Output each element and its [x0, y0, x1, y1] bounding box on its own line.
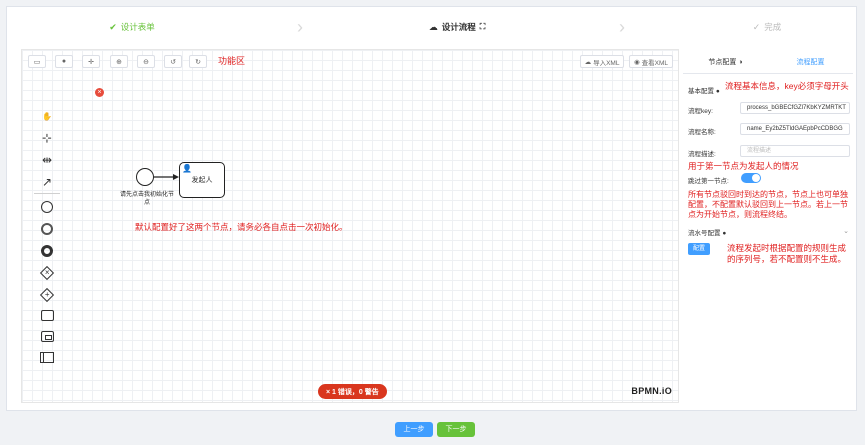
end-event-tool-icon[interactable] [38, 242, 56, 260]
download-icon: ● [61, 58, 67, 65]
step-design-form-label: 设计表单 [120, 22, 155, 32]
basic-config-heading: 基本配置 ● [688, 85, 720, 95]
download-button[interactable]: ● [55, 55, 73, 68]
check-icon: ✔ [109, 21, 117, 32]
initiator-task[interactable]: 👤 发起人 [179, 162, 225, 198]
toolbar-annotation: 功能区 [218, 56, 246, 66]
undo-button[interactable]: ↺ [164, 55, 182, 68]
palette-divider [34, 193, 60, 194]
folder-icon: ▭ [33, 58, 41, 66]
eye-icon: ◉ [633, 58, 640, 66]
skip-first-note: 用于第一节点为发起人的情况 [688, 161, 799, 171]
open-file-button[interactable]: ▭ [28, 55, 46, 68]
parallel-gateway-tool-icon[interactable]: + [38, 286, 56, 304]
process-key-label: 流程key: [688, 108, 713, 115]
info-icon: ● [722, 230, 727, 237]
serial-config-heading[interactable]: 流水号配置 ● [688, 227, 726, 237]
upload-icon: ☁ [584, 58, 592, 66]
lasso-tool-icon[interactable]: ⊹ [38, 129, 56, 147]
process-key-input[interactable]: process_bGBECfGZl7KbKYZMRTKT [740, 102, 850, 114]
tab-node-config[interactable]: 节点配置 ◑ [683, 53, 768, 73]
fit-view-button[interactable]: ✛ [82, 55, 100, 68]
designer-frame: ✔ 设计表单 › ☁ 设计流程 ⛶ › ✓ 完成 ▭ ● ✛ ⊕ ⊖ ↺ ↻ 功… [6, 6, 857, 411]
undo-icon: ↺ [170, 58, 176, 66]
step-design-form[interactable]: ✔ 设计表单 [57, 7, 207, 47]
tab-node-config-label: 节点配置 [708, 59, 737, 66]
basic-info-note: 流程基本信息，key必须字母开头 [725, 81, 849, 91]
chevron-right-icon: › [297, 17, 303, 37]
process-desc-input[interactable]: 流程描述 [740, 145, 850, 157]
start-event-label: 请先点击我初始化节点 [119, 192, 174, 206]
tab-divider [683, 73, 853, 74]
init-hint-note: 默认配置好了这两个节点，请务必各自点击一次初始化。 [135, 222, 348, 232]
tab-flow-config[interactable]: 流程配置 [768, 53, 853, 74]
properties-panel: 节点配置 ◑ 流程配置 基本配置 ● 流程基本信息，key必须字母开头 流程ke… [683, 49, 853, 403]
skip-first-label: 跳过第一节点: [688, 178, 729, 185]
redo-button[interactable]: ↻ [189, 55, 207, 68]
global-connect-tool-icon[interactable]: ↗ [38, 173, 56, 191]
basic-config-label: 基本配置 [688, 88, 714, 95]
start-event-tool-icon[interactable] [38, 198, 56, 216]
step-finish-label: 完成 [764, 22, 782, 32]
fullscreen-icon[interactable]: ⛶ [480, 22, 486, 32]
serial-note: 流程发起时根据配置的规则生成的序列号，若不配置则不生成。 [727, 243, 847, 264]
task-tool-icon[interactable] [38, 306, 56, 324]
space-tool-icon[interactable]: ⇹ [38, 151, 56, 169]
subprocess-tool-icon[interactable] [38, 327, 56, 345]
eye-icon: ◑ [738, 59, 743, 66]
import-xml-button[interactable]: ☁ 导入XML [580, 55, 624, 68]
previous-step-button[interactable]: 上一步 [395, 422, 433, 437]
import-xml-label: 导入XML [593, 59, 620, 67]
chevron-right-icon: › [619, 17, 625, 37]
view-xml-button[interactable]: ◉ 查看XML [629, 55, 673, 68]
process-name-label: 流程名称: [688, 129, 716, 136]
bpmn-io-logo[interactable]: BPMN.iO [631, 386, 672, 396]
intermediate-event-tool-icon[interactable] [38, 220, 56, 238]
start-event[interactable] [136, 168, 154, 186]
step-finish[interactable]: ✓ 完成 [707, 7, 827, 47]
process-desc-label: 流程描述: [688, 151, 716, 158]
redo-icon: ↻ [195, 58, 201, 66]
next-step-button[interactable]: 下一步 [437, 422, 475, 437]
bpmn-canvas[interactable]: ▭ ● ✛ ⊕ ⊖ ↺ ↻ 功能区 ☁ 导入XML ◉ 查看XML × ✋ ⊹ … [21, 49, 679, 403]
zoom-out-button[interactable]: ⊖ [137, 55, 155, 68]
step-design-flow-label: 设计流程 [441, 22, 476, 32]
cloud-icon: ☁ [428, 21, 438, 32]
check-circle-icon: ✓ [752, 21, 761, 32]
info-icon: ● [715, 88, 720, 95]
error-marker-icon[interactable]: × [95, 88, 104, 97]
reject-nodes-note: 所有节点驳回时到达的节点，节点上也可单独配置，不配置默认驳回到上一节点。若上一节… [688, 190, 848, 219]
hand-tool-icon[interactable]: ✋ [38, 107, 56, 125]
process-name-input[interactable]: name_Ey2bZ5TldGAEpbPcCDBGG [740, 123, 850, 135]
step-bar: ✔ 设计表单 › ☁ 设计流程 ⛶ › ✓ 完成 [7, 7, 856, 47]
step-design-flow[interactable]: ☁ 设计流程 ⛶ [337, 7, 577, 47]
skip-first-toggle[interactable] [741, 173, 761, 183]
initiator-task-label: 发起人 [191, 177, 213, 184]
zoom-in-button[interactable]: ⊕ [110, 55, 128, 68]
zoom-out-icon: ⊖ [143, 58, 149, 66]
exclusive-gateway-tool-icon[interactable]: × [38, 264, 56, 282]
serial-config-button[interactable]: 配置 [688, 243, 710, 255]
sequence-flow[interactable] [154, 172, 180, 182]
zoom-in-icon: ⊕ [116, 58, 122, 66]
view-xml-label: 查看XML [641, 59, 669, 67]
pool-tool-icon[interactable] [38, 348, 56, 366]
crosshair-icon: ✛ [88, 58, 94, 66]
chevron-down-icon[interactable]: ⌄ [843, 227, 849, 235]
serial-config-label: 流水号配置 [688, 230, 721, 237]
validation-status-badge[interactable]: × 1 错误，0 警告 [318, 384, 387, 399]
